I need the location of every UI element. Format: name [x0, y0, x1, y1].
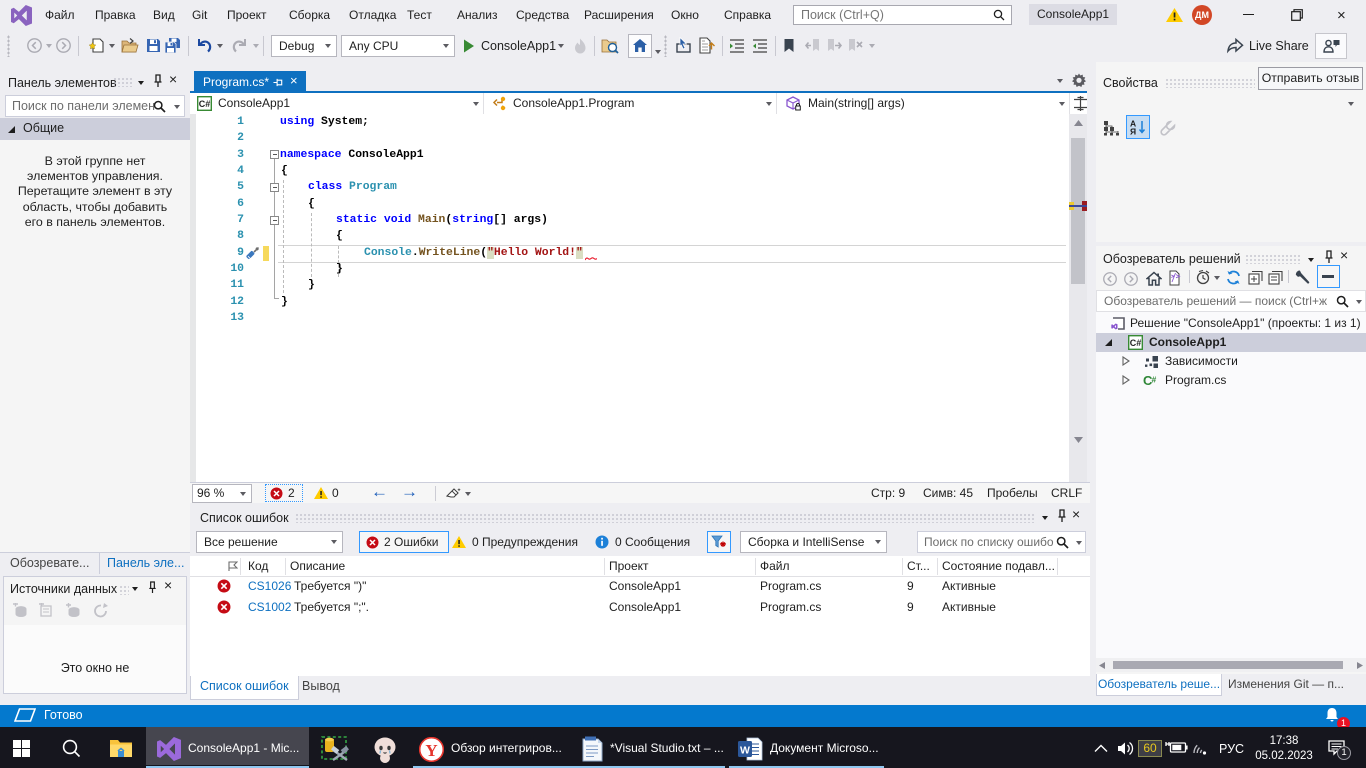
svg-text:C#: C#	[1130, 338, 1142, 348]
svg-text:Я: Я	[1130, 127, 1136, 136]
svg-text:#: #	[1152, 375, 1157, 385]
svg-text:W: W	[740, 745, 750, 757]
svg-text:C#: C#	[199, 99, 211, 109]
svg-text:Y: Y	[425, 741, 437, 760]
